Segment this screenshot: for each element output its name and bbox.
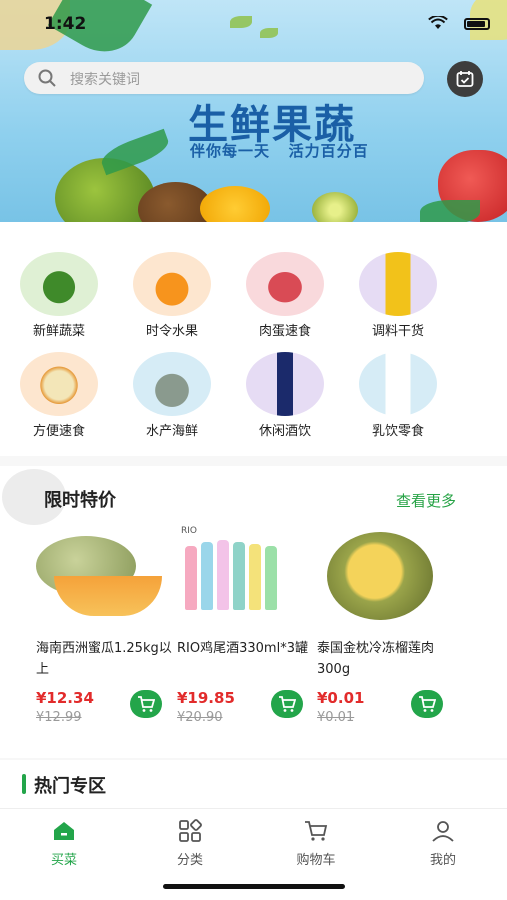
category-label: 肉蛋速食	[258, 324, 311, 339]
banner[interactable]: 1:42 搜索关键词 生鲜果蔬 伴你每一天 活力百分百	[0, 0, 507, 222]
product-price: ¥12.34	[36, 689, 94, 707]
tab-profile[interactable]: 我的	[398, 817, 488, 868]
home-indicator	[163, 884, 345, 889]
product-old-price: ¥0.01	[317, 710, 355, 725]
hot-zone-section: 热门专区	[0, 760, 507, 808]
product-card[interactable]: 泰国金枕冷冻榴莲肉300g ¥0.01 ¥0.01	[317, 526, 467, 726]
melon-image	[36, 526, 166, 626]
app-screen: 1:42 搜索关键词 生鲜果蔬 伴你每一天 活力百分百 新鲜蔬菜 时令水果 肉蛋…	[0, 0, 507, 900]
category-meat-eggs[interactable]: 肉蛋速食	[229, 246, 341, 346]
product-card[interactable]: 海南西洲蜜瓜1.25kg以上 ¥12.34 ¥12.99	[36, 526, 186, 726]
home-icon	[54, 822, 74, 840]
oil-bottle-icon	[359, 252, 437, 316]
meat-icon	[246, 252, 324, 316]
category-dairy-snacks[interactable]: 乳饮零食	[342, 346, 454, 446]
category-convenience[interactable]: 方便速食	[3, 346, 115, 446]
category-icon	[179, 819, 202, 842]
category-grid: 新鲜蔬菜 时令水果 肉蛋速食 调料干货 方便速食 水产海鲜 休闲酒饮 乳饮零食	[0, 222, 507, 456]
section-title: 热门专区	[34, 776, 106, 797]
category-label: 方便速食	[32, 424, 85, 439]
brand-text: RIO	[181, 526, 197, 536]
calendar-check-icon	[456, 71, 474, 87]
vegetables-icon	[20, 252, 98, 316]
section-accent-bar	[22, 774, 26, 794]
cart-icon	[279, 696, 296, 712]
status-bar: 1:42	[0, 0, 507, 46]
category-fruits[interactable]: 时令水果	[116, 246, 228, 346]
category-vegetables[interactable]: 新鲜蔬菜	[3, 246, 115, 346]
soda-bottle-icon	[246, 352, 324, 416]
view-more-link[interactable]: 查看更多	[396, 490, 456, 511]
rio-drinks-image: RIO	[177, 526, 307, 626]
wifi-icon	[428, 16, 448, 29]
tab-label: 买菜	[50, 853, 77, 868]
milk-box-icon	[359, 352, 437, 416]
product-name: 泰国金枕冷冻榴莲肉300g	[317, 641, 435, 677]
category-drinks[interactable]: 休闲酒饮	[229, 346, 341, 446]
category-label: 水产海鲜	[145, 424, 198, 439]
product-old-price: ¥12.99	[36, 710, 82, 725]
user-icon	[432, 821, 454, 842]
product-price: ¥19.85	[177, 689, 235, 707]
add-to-cart-button[interactable]	[130, 690, 162, 718]
battery-icon	[464, 18, 490, 30]
banner-subtitle: 伴你每一天 活力百分百	[190, 142, 369, 160]
section-title: 限时特价	[44, 490, 116, 511]
category-label: 乳饮零食	[371, 424, 424, 439]
orange-icon	[133, 252, 211, 316]
category-seasonings[interactable]: 调料干货	[342, 246, 454, 346]
durian-image	[317, 526, 447, 626]
product-old-price: ¥20.90	[177, 710, 223, 725]
scan-button[interactable]	[447, 61, 483, 97]
category-label: 新鲜蔬菜	[32, 324, 85, 339]
product-name: 海南西洲蜜瓜1.25kg以上	[36, 641, 172, 677]
flash-sale-section: 限时特价 查看更多 海南西洲蜜瓜1.25kg以上 ¥12.34 ¥12.99 R…	[0, 466, 507, 758]
tab-label: 分类	[176, 853, 203, 868]
tab-home[interactable]: 买菜	[19, 817, 109, 868]
category-seafood[interactable]: 水产海鲜	[116, 346, 228, 446]
status-time: 1:42	[44, 14, 87, 34]
cart-icon	[305, 821, 328, 841]
product-name: RIO鸡尾酒330ml*3罐	[177, 641, 308, 656]
product-card[interactable]: RIO RIO鸡尾酒330ml*3罐 ¥19.85 ¥20.90	[177, 526, 327, 726]
add-to-cart-button[interactable]	[411, 690, 443, 718]
tab-category[interactable]: 分类	[145, 817, 235, 868]
product-price: ¥0.01	[317, 689, 365, 707]
cart-icon	[138, 696, 155, 712]
category-label: 调料干货	[371, 324, 424, 339]
cart-icon	[419, 696, 436, 712]
noodle-bowl-icon	[20, 352, 98, 416]
tab-label: 我的	[429, 853, 456, 868]
add-to-cart-button[interactable]	[271, 690, 303, 718]
search-icon	[38, 69, 56, 87]
tab-cart[interactable]: 购物车	[271, 817, 361, 868]
search-input[interactable]: 搜索关键词	[24, 62, 424, 94]
fish-icon	[133, 352, 211, 416]
tab-label: 购物车	[296, 853, 336, 868]
category-label: 时令水果	[145, 324, 198, 339]
search-placeholder: 搜索关键词	[70, 72, 140, 88]
category-label: 休闲酒饮	[258, 424, 311, 439]
